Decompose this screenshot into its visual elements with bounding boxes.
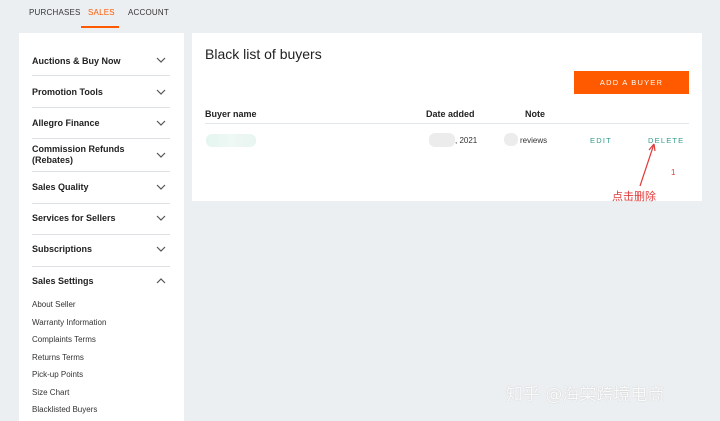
annotation-arrow-icon xyxy=(639,143,656,187)
sidebar-item-label: Auctions & Buy Now xyxy=(32,56,121,66)
sub-link-returns-terms[interactable]: Returns Terms xyxy=(32,353,84,362)
blurred-note xyxy=(504,133,518,146)
sidebar-item-commission-refunds[interactable]: Commission Refunds (Rebates) xyxy=(32,139,170,172)
add-buyer-button[interactable]: ADD A BUYER xyxy=(574,71,689,94)
sub-link-pick-up-points[interactable]: Pick-up Points xyxy=(32,370,83,379)
chevron-up-icon xyxy=(156,278,166,284)
sidebar-item-subscriptions[interactable]: Subscriptions xyxy=(32,235,170,267)
table-divider xyxy=(205,123,689,124)
blacklist-panel: Black list of buyers ADD A BUYER Buyer n… xyxy=(192,33,702,201)
page-title: Black list of buyers xyxy=(205,46,322,62)
chevron-down-icon xyxy=(156,120,166,126)
sidebar-item-label: Subscriptions xyxy=(32,244,93,254)
sidebar-item-label: Services for Sellers xyxy=(32,213,116,223)
chevron-down-icon xyxy=(156,184,166,190)
sidebar-item-promotion-tools[interactable]: Promotion Tools xyxy=(32,76,170,108)
column-header-date-added: Date added xyxy=(426,109,475,119)
sidebar-item-label: Allegro Finance xyxy=(32,118,100,128)
chevron-down-icon xyxy=(156,215,166,221)
blurred-date xyxy=(429,133,455,147)
tab-sales[interactable]: SALES xyxy=(88,8,115,17)
date-added-value: , 2021 xyxy=(455,136,478,145)
sidebar-item-allegro-finance[interactable]: Allegro Finance xyxy=(32,108,170,139)
sidebar-item-services-for-sellers[interactable]: Services for Sellers xyxy=(32,204,170,235)
tab-purchases[interactable]: PURCHASES xyxy=(29,8,81,17)
chevron-down-icon xyxy=(156,246,166,252)
annotation-text: 点击删除 xyxy=(612,190,656,203)
chevron-down-icon xyxy=(156,89,166,95)
sidebar-item-label: Commission Refunds (Rebates) xyxy=(32,144,125,165)
active-tab-indicator xyxy=(81,26,119,28)
column-header-note: Note xyxy=(525,109,545,119)
watermark: 知乎 @海棠跨境电商 xyxy=(506,385,665,405)
sidebar-item-label: Promotion Tools xyxy=(32,87,103,97)
column-header-buyer-name: Buyer name xyxy=(205,109,257,119)
sidebar: Auctions & Buy Now Promotion Tools Alleg… xyxy=(19,33,184,421)
sub-link-size-chart[interactable]: Size Chart xyxy=(32,388,69,397)
sub-link-about-seller[interactable]: About Seller xyxy=(32,300,76,309)
chevron-down-icon xyxy=(156,152,166,158)
tab-account[interactable]: ACCOUNT xyxy=(128,8,169,17)
sidebar-item-auctions[interactable]: Auctions & Buy Now xyxy=(32,44,170,76)
sidebar-item-sales-settings[interactable]: Sales Settings xyxy=(32,267,170,297)
top-nav: PURCHASES SALES ACCOUNT xyxy=(0,0,720,28)
sidebar-item-label: Sales Settings xyxy=(32,276,94,286)
blurred-buyer-name xyxy=(206,134,256,147)
sidebar-item-label: Sales Quality xyxy=(32,182,89,192)
note-value: reviews xyxy=(520,136,548,145)
edit-link[interactable]: EDIT xyxy=(590,136,612,145)
sub-link-complaints-terms[interactable]: Complaints Terms xyxy=(32,335,96,344)
sidebar-item-sales-quality[interactable]: Sales Quality xyxy=(32,172,170,204)
annotation-number: 1 xyxy=(671,168,676,177)
sub-link-blacklisted-buyers[interactable]: Blacklisted Buyers xyxy=(32,405,97,414)
sub-link-warranty-information[interactable]: Warranty Information xyxy=(32,318,106,327)
chevron-down-icon xyxy=(156,57,166,63)
